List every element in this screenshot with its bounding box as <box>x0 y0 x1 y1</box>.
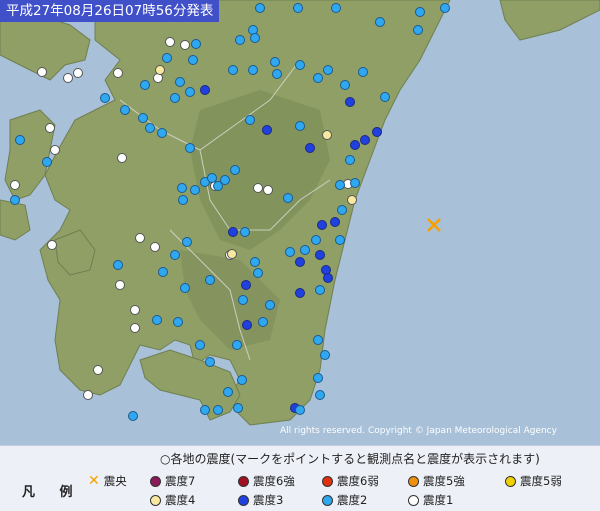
intensity-5-upper-swatch <box>408 475 419 487</box>
map-page: 平成27年08月26日07時56分発表 All rights reserved.… <box>0 0 600 511</box>
legend-epicenter-label: 震央 <box>103 474 127 488</box>
intensity-6-upper-swatch <box>238 475 249 487</box>
legend-intensity-4: 震度4 <box>150 492 195 508</box>
intensity-4-swatch <box>150 494 161 506</box>
legend-intensity-4-label: 震度4 <box>165 493 196 507</box>
intensity-1-swatch <box>408 494 419 506</box>
legend-intensity-3-label: 震度3 <box>253 493 284 507</box>
legend-intensity-5-lower: 震度5弱 <box>505 473 562 489</box>
legend-intensity-3: 震度3 <box>238 492 283 508</box>
legend-epicenter: ✕ 震央 <box>88 473 127 489</box>
intensity-6-lower-swatch <box>322 475 333 487</box>
intensity-5-lower-swatch <box>505 475 516 487</box>
legend-intensity-6-upper: 震度6強 <box>238 473 295 489</box>
seismic-intensity-map <box>0 0 600 445</box>
legend-intensity-6-lower-label: 震度6弱 <box>337 474 379 488</box>
legend-intensity-5-upper: 震度5強 <box>408 473 465 489</box>
legend-intensity-2-label: 震度2 <box>337 493 368 507</box>
copyright-notice: All rights reserved. Copyright © Japan M… <box>280 426 557 436</box>
legend-label: 凡 例 <box>22 485 83 500</box>
legend-heading-text: 各地の震度(マークをポイントすると観測点名と震度が表示されます) <box>170 452 540 466</box>
legend-intensity-1: 震度1 <box>408 492 453 508</box>
legend-intensity-5-upper-label: 震度5強 <box>423 474 465 488</box>
legend-intensity-6-upper-label: 震度6強 <box>253 474 295 488</box>
legend-intensity-6-lower: 震度6弱 <box>322 473 379 489</box>
legend-intensity-1-label: 震度1 <box>423 493 454 507</box>
intensity-7-swatch <box>150 475 161 487</box>
intensity-2-swatch <box>322 494 333 506</box>
legend-intensity-5-lower-label: 震度5弱 <box>520 474 562 488</box>
legend-intensity-2: 震度2 <box>322 492 367 508</box>
legend-heading: ○各地の震度(マークをポイントすると観測点名と震度が表示されます) <box>160 450 540 467</box>
page-title: 平成27年08月26日07時56分発表 <box>0 0 220 22</box>
circle-mark-icon: ○ <box>160 452 171 466</box>
legend-intensity-7-label: 震度7 <box>165 474 196 488</box>
legend-intensity-7: 震度7 <box>150 473 195 489</box>
epicenter-icon: ✕ <box>88 473 100 489</box>
intensity-3-swatch <box>238 494 249 506</box>
